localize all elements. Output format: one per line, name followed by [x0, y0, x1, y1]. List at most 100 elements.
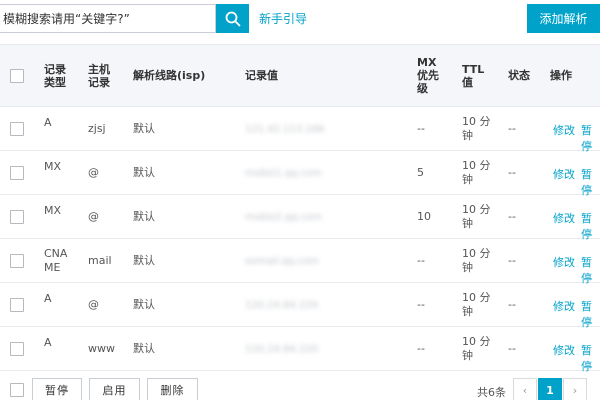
column-header-host-line: 记录 — [88, 76, 110, 89]
row-checkbox[interactable] — [10, 122, 24, 136]
ttl-text: 钟 — [462, 129, 473, 142]
edit-link[interactable]: 修改 — [553, 122, 575, 138]
mx-cell: -- — [417, 298, 425, 311]
column-header-host-line: 主机 — [88, 63, 110, 76]
value-cell: mxbiz2.qq.com — [245, 212, 322, 223]
ttl-text: 钟 — [462, 349, 473, 362]
record-type-cell: A — [44, 336, 52, 350]
pause-link[interactable]: 暂停 — [581, 298, 600, 330]
record-type-cell: A — [44, 292, 52, 306]
column-header-ttl-line: TTL — [462, 63, 485, 76]
column-header-mx: MX 优先 级 — [417, 56, 439, 95]
next-page-button[interactable]: › — [563, 378, 587, 400]
column-header-host: 主机 记录 — [88, 63, 110, 89]
record-type-cell: A — [44, 116, 52, 130]
row-checkbox[interactable] — [10, 210, 24, 224]
footer-select-all-checkbox[interactable] — [10, 383, 24, 397]
mx-cell: 5 — [417, 166, 424, 179]
pause-link[interactable]: 暂停 — [581, 342, 600, 374]
pause-link[interactable]: 暂停 — [581, 166, 600, 198]
ttl-text: 10 分 — [462, 203, 491, 216]
mx-cell: -- — [417, 342, 425, 355]
value-cell: 121.42.113.166 — [245, 124, 325, 135]
column-header-mx-line: 级 — [417, 82, 428, 95]
line-cell: 默认 — [133, 210, 155, 223]
column-header-status: 状态 — [508, 69, 530, 82]
column-header-type-line: 记录 — [44, 63, 66, 76]
ttl-text: 钟 — [462, 217, 473, 230]
row-checkbox[interactable] — [10, 254, 24, 268]
ttl-text: 钟 — [462, 173, 473, 186]
record-type: CNA — [44, 247, 68, 260]
host-cell: @ — [88, 210, 99, 223]
host-cell: @ — [88, 166, 99, 179]
ttl-text: 10 分 — [462, 247, 491, 260]
edit-link[interactable]: 修改 — [553, 166, 575, 182]
edit-link[interactable]: 修改 — [553, 254, 575, 270]
pause-link[interactable]: 暂停 — [581, 210, 600, 242]
status-cell: -- — [508, 298, 516, 311]
ttl-cell: 10 分 钟 — [462, 335, 491, 363]
column-header-type-line: 类型 — [44, 76, 66, 89]
batch-delete-button[interactable]: 删除 — [147, 378, 198, 400]
total-count: 共6条 — [477, 386, 506, 399]
ttl-text: 10 分 — [462, 159, 491, 172]
ttl-text: 钟 — [462, 261, 473, 274]
dns-records-table: 记录 类型 主机 记录 解析线路(isp) 记录值 MX 优先 级 TTL 值 … — [0, 44, 600, 374]
search-button[interactable] — [216, 4, 249, 33]
column-header-value: 记录值 — [245, 69, 278, 82]
record-type: MX — [44, 160, 62, 173]
line-cell: 默认 — [133, 122, 155, 135]
ttl-text: 10 分 — [462, 335, 491, 348]
batch-pause-button[interactable]: 暂停 — [32, 378, 82, 400]
prev-page-button[interactable]: ‹ — [513, 378, 537, 400]
ttl-cell: 10 分 钟 — [462, 203, 491, 231]
select-all-checkbox[interactable] — [10, 69, 24, 83]
record-type: A — [44, 336, 52, 349]
line-cell: 默认 — [133, 166, 155, 179]
status-cell: -- — [508, 122, 516, 135]
status-cell: -- — [508, 166, 516, 179]
table-footer: 暂停 启用 删除 共6条 ‹ 1 › — [0, 372, 600, 400]
search-icon — [225, 11, 240, 26]
table-row: A zjsj 默认 121.42.113.166 -- 10 分 钟 -- 修改… — [0, 107, 600, 154]
ttl-cell: 10 分 钟 — [462, 247, 491, 275]
host-cell: www — [88, 342, 115, 355]
ttl-cell: 10 分 钟 — [462, 159, 491, 187]
row-checkbox[interactable] — [10, 342, 24, 356]
table-header: 记录 类型 主机 记录 解析线路(isp) 记录值 MX 优先 级 TTL 值 … — [0, 44, 600, 107]
record-type: A — [44, 292, 52, 305]
ttl-text: 10 分 — [462, 115, 491, 128]
pause-link[interactable]: 暂停 — [581, 254, 600, 286]
edit-link[interactable]: 修改 — [553, 342, 575, 358]
record-type-cell: MX — [44, 160, 61, 174]
record-type-cell: CNA ME — [44, 247, 67, 275]
table-row: MX @ 默认 mxbiz2.qq.com 10 10 分 钟 -- 修改 暂停 — [0, 195, 600, 242]
edit-link[interactable]: 修改 — [553, 298, 575, 314]
row-checkbox[interactable] — [10, 166, 24, 180]
ttl-cell: 10 分 钟 — [462, 115, 491, 143]
table-row: CNA ME mail 默认 exmail.qq.com -- 10 分 钟 -… — [0, 239, 600, 286]
record-type-cell: MX — [44, 204, 61, 218]
table-row: A @ 默认 120.24.84.220 -- 10 分 钟 -- 修改 暂停 — [0, 283, 600, 330]
page-1-button[interactable]: 1 — [538, 378, 562, 400]
status-cell: -- — [508, 254, 516, 267]
new-user-guide-link[interactable]: 新手引导 — [259, 10, 307, 27]
pause-link[interactable]: 暂停 — [581, 122, 600, 154]
mx-cell: -- — [417, 254, 425, 267]
record-type: ME — [44, 261, 61, 274]
record-type: MX — [44, 204, 62, 217]
table-row: A www 默认 120.24.84.220 -- 10 分 钟 -- 修改 暂… — [0, 327, 600, 374]
line-cell: 默认 — [133, 254, 155, 267]
status-cell: -- — [508, 342, 516, 355]
add-record-button[interactable]: 添加解析 — [527, 4, 600, 33]
row-checkbox[interactable] — [10, 298, 24, 312]
batch-enable-button[interactable]: 启用 — [89, 378, 140, 400]
search-input[interactable] — [0, 5, 215, 32]
value-cell: 120.24.84.220 — [245, 300, 319, 311]
edit-link[interactable]: 修改 — [553, 210, 575, 226]
host-cell: mail — [88, 254, 112, 267]
line-cell: 默认 — [133, 342, 155, 355]
column-header-type: 记录 类型 — [44, 63, 66, 89]
column-header-line: 解析线路(isp) — [133, 69, 206, 82]
